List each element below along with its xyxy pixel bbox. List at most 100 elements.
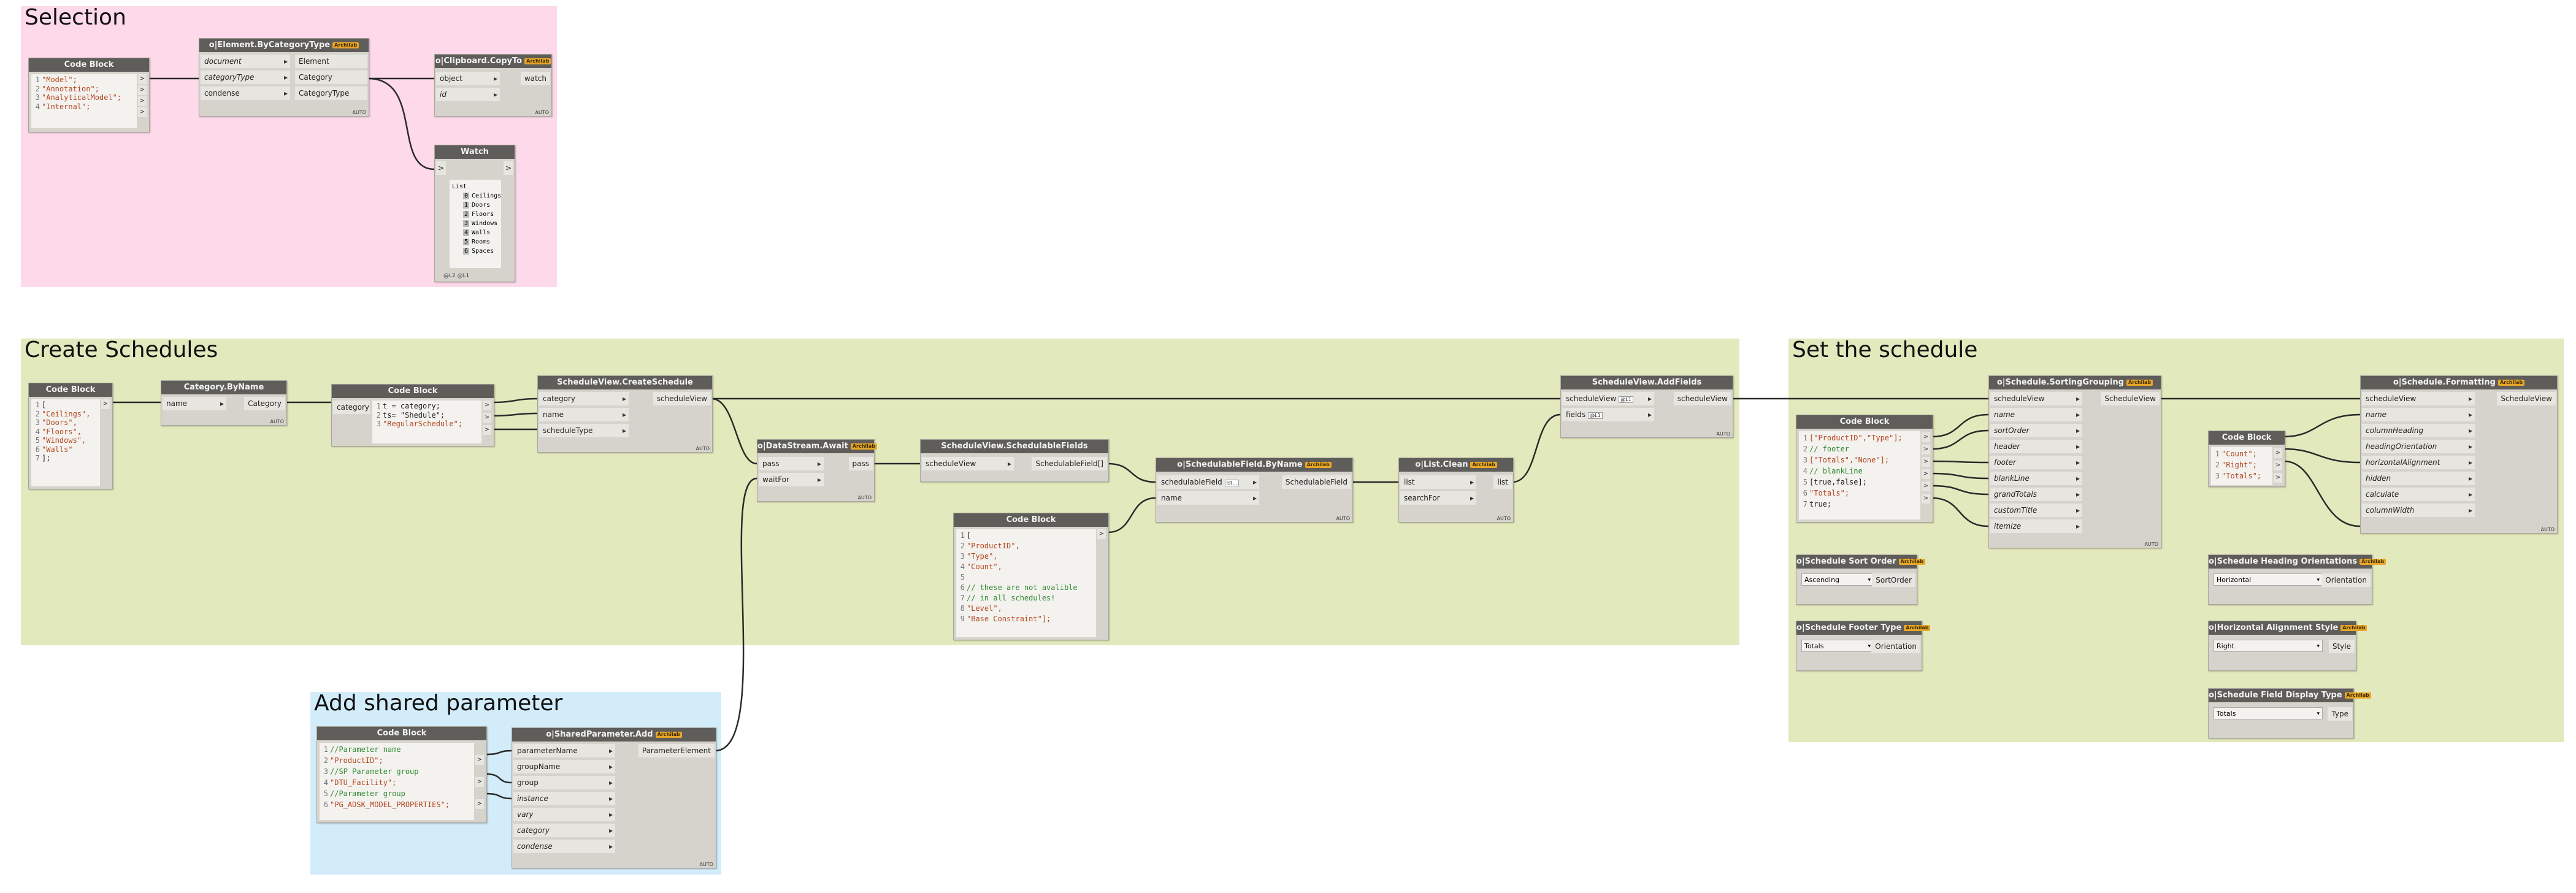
- scheduleview-createschedule-node[interactable]: ScheduleView.CreateSchedule category ▸ na…: [537, 375, 713, 453]
- output-port[interactable]: >: [483, 413, 491, 423]
- output-port[interactable]: >: [138, 85, 147, 95]
- output-port[interactable]: >: [475, 755, 484, 765]
- input-port-categorytype[interactable]: categoryType ▸: [201, 71, 290, 84]
- input-port-category[interactable]: category ▸: [539, 392, 629, 405]
- input-port-scheduletype[interactable]: scheduleType ▸: [539, 424, 629, 437]
- output-port[interactable]: >: [1922, 469, 1930, 479]
- clipboard-copyto-node[interactable]: o|Clipboard.CopyTo Archilab object ▸ id ▸ w…: [434, 54, 552, 117]
- output-port-scheduleview[interactable]: ScheduleView: [2101, 392, 2160, 405]
- code-editor[interactable]: 1 "Model"; 2 "Annotation"; 3 "AnalyticalMod…: [31, 74, 137, 128]
- output-port[interactable]: >: [138, 74, 147, 84]
- input-port-pass[interactable]: pass ▸: [759, 457, 824, 470]
- element-bycategorytype-node[interactable]: o|Element.ByCategoryType Archilab documen…: [199, 38, 369, 117]
- input-port-headingorientation[interactable]: headingOrientation ▸: [2362, 440, 2475, 453]
- heading-orientation-dropdown[interactable]: Horizontal ▾: [2214, 573, 2323, 586]
- scheduleview-addfields-node[interactable]: ScheduleView.AddFields scheduleView @L1 ▸ …: [1560, 375, 1733, 438]
- input-port-waitfor[interactable]: waitFor ▸: [759, 473, 824, 486]
- input-port-columnwidth[interactable]: columnWidth ▸: [2362, 504, 2475, 517]
- input-port-groupname[interactable]: groupName ▸: [513, 760, 615, 773]
- output-port-schedulablefield[interactable]: SchedulableField: [1281, 475, 1351, 489]
- schedulablefield-byname-node[interactable]: o|SchedulableField.ByName Archilab schedu…: [1156, 458, 1353, 523]
- watch-node[interactable]: Watch > > List 0 Ceilings 1 Doors 2 Floors …: [434, 145, 515, 282]
- output-port[interactable]: >: [503, 161, 513, 175]
- input-port-group[interactable]: group ▸: [513, 776, 615, 789]
- output-port[interactable]: >: [101, 399, 110, 409]
- schedule-formatting-node[interactable]: o|Schedule.Formatting Archilab scheduleVi…: [2360, 375, 2558, 534]
- input-port-columnheading[interactable]: columnHeading ▸: [2362, 424, 2475, 437]
- input-port-name[interactable]: name ▸: [1990, 408, 2082, 421]
- output-port[interactable]: >: [2274, 448, 2282, 458]
- output-port-orientation[interactable]: Orientation: [2321, 573, 2371, 587]
- scheduleview-schedulablefields-node[interactable]: ScheduleView.SchedulableFields scheduleV…: [920, 439, 1109, 482]
- output-port[interactable]: >: [1922, 457, 1930, 467]
- output-port-schedulablefields[interactable]: SchedulableField[]: [1032, 457, 1107, 470]
- output-port-sortorder[interactable]: SortOrder: [1872, 573, 1915, 587]
- sort-order-dropdown[interactable]: Ascending ▾: [1801, 573, 1874, 586]
- output-port[interactable]: >: [1922, 481, 1930, 491]
- schedule-heading-orientations-node[interactable]: o|Schedule Heading Orientations Archilab …: [2208, 554, 2386, 605]
- input-port-itemize[interactable]: itemize ▸: [1990, 519, 2082, 533]
- code-block-node[interactable]: Code Block category 1t = category; 2 ts= …: [331, 384, 494, 447]
- output-port-pass[interactable]: pass: [848, 457, 873, 470]
- schedule-sortinggrouping-node[interactable]: o|Schedule.SortingGrouping Archilab sched…: [1988, 375, 2161, 548]
- code-block-node[interactable]: Code Block 1 "Model"; 2 "Annotation"; 3 "An…: [28, 58, 150, 132]
- output-port-orientation[interactable]: Orientation: [1871, 640, 1920, 653]
- output-port[interactable]: >: [2274, 473, 2282, 483]
- code-editor[interactable]: 1 ["ProductID","Type"]; 2// footer 3 ["Tot…: [1799, 431, 1920, 519]
- input-port-condense[interactable]: condense ▸: [513, 840, 615, 853]
- input-port-horizontalalignment[interactable]: horizontalAlignment ▸: [2362, 456, 2475, 469]
- output-port-type[interactable]: Type: [2328, 707, 2352, 721]
- input-port-scheduleview[interactable]: scheduleView ▸: [1990, 392, 2082, 405]
- code-editor[interactable]: 1t = category; 2 ts= "Shedule"; 3 "Regular…: [372, 401, 481, 443]
- input-port-category[interactable]: category: [333, 401, 370, 414]
- output-port[interactable]: >: [483, 425, 491, 435]
- input-port-scheduleview[interactable]: scheduleView ▸: [2362, 392, 2475, 405]
- code-block-node[interactable]: Code Block 1[ 2 "Ceilings", 3 "Doors", 4 "F…: [28, 383, 113, 489]
- output-port[interactable]: >: [1922, 494, 1930, 504]
- datastream-await-node[interactable]: o|DataStream.Await Archilab pass ▸ waitFor…: [757, 439, 877, 502]
- list-clean-node[interactable]: o|List.Clean Archilab list ▸ searchFor ▸ li…: [1398, 458, 1514, 523]
- output-port-categorytype[interactable]: CategoryType: [295, 86, 367, 100]
- input-port-footer[interactable]: footer ▸: [1990, 456, 2082, 469]
- schedule-footer-type-node[interactable]: o|Schedule Footer Type Archilab Totals ▾ O…: [1796, 621, 1931, 671]
- input-port-blankline[interactable]: blankLine ▸: [1990, 472, 2082, 485]
- input-port-name[interactable]: name ▸: [163, 397, 226, 410]
- code-editor[interactable]: 1[ 2 "ProductID", 3 "Type", 4 "Count", 5 6/…: [956, 529, 1096, 637]
- output-port[interactable]: >: [2274, 461, 2282, 470]
- sharedparameter-add-node[interactable]: o|SharedParameter.Add Archilab parameterN…: [512, 727, 716, 868]
- footer-type-dropdown[interactable]: Totals ▾: [1801, 640, 1874, 652]
- input-port-fields[interactable]: fields @L1 ▸: [1562, 408, 1654, 421]
- input-port-header[interactable]: header ▸: [1990, 440, 2082, 453]
- output-port[interactable]: >: [483, 401, 491, 410]
- output-port[interactable]: >: [1922, 432, 1930, 442]
- output-port[interactable]: >: [1097, 529, 1106, 539]
- schedule-field-display-type-node[interactable]: o|Schedule Field Display Type Archilab To…: [2208, 688, 2371, 738]
- input-port-hidden[interactable]: hidden ▸: [2362, 472, 2475, 485]
- input-port-scheduleview[interactable]: scheduleView ▸: [922, 457, 1014, 470]
- input-port-scheduleview[interactable]: scheduleView @L1 ▸: [1562, 392, 1654, 405]
- output-port-watch[interactable]: watch: [520, 72, 550, 85]
- category-byname-node[interactable]: Category.ByName name ▸ Category AUTO: [161, 380, 287, 426]
- input-port-name[interactable]: name ▸: [1157, 491, 1259, 505]
- output-port[interactable]: >: [475, 799, 484, 809]
- code-block-node[interactable]: Code Block 1 ["ProductID","Type"]; 2// fo…: [1796, 415, 1933, 523]
- input-port-schedulablefield[interactable]: schedulableField lst... ▸: [1157, 475, 1259, 489]
- output-port-style[interactable]: Style: [2328, 640, 2355, 653]
- output-port[interactable]: >: [138, 107, 147, 117]
- output-port-scheduleview[interactable]: ScheduleView: [2497, 392, 2556, 405]
- input-port-list[interactable]: list ▸: [1400, 475, 1476, 489]
- output-port-parameterelement[interactable]: ParameterElement: [638, 744, 715, 757]
- input-port-name[interactable]: name ▸: [2362, 408, 2475, 421]
- output-port-category[interactable]: Category: [295, 71, 367, 84]
- output-port-scheduleview[interactable]: scheduleView: [653, 392, 711, 405]
- code-editor[interactable]: 1 "Count"; 2 "Right"; 3 "Totals";: [2211, 447, 2272, 485]
- alignment-style-dropdown[interactable]: Right ▾: [2214, 640, 2323, 652]
- code-block-node[interactable]: Code Block 1 "Count"; 2 "Right"; 3 "Totals"…: [2208, 431, 2285, 487]
- input-port-name[interactable]: name ▸: [539, 408, 629, 421]
- code-block-node[interactable]: Code Block 1//Parameter name 2 "ProductID…: [316, 726, 487, 823]
- output-port[interactable]: >: [1922, 445, 1930, 454]
- input-port-document[interactable]: document ▸: [201, 55, 290, 68]
- output-port[interactable]: >: [475, 777, 484, 787]
- input-port-customtitle[interactable]: customTitle ▸: [1990, 504, 2082, 517]
- input-port-grandtotals[interactable]: grandTotals ▸: [1990, 488, 2082, 501]
